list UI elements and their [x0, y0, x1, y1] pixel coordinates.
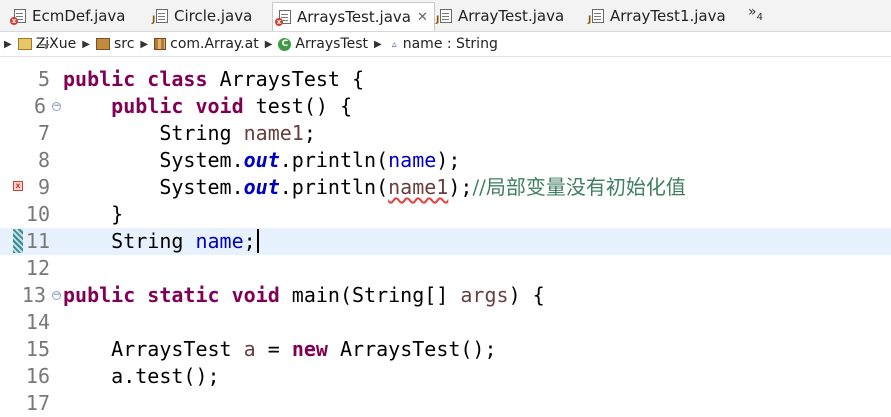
java-file-error-icon: x — [275, 10, 291, 26]
close-icon[interactable]: ✕ — [417, 10, 428, 25]
chevron-right-icon[interactable]: ▶ — [82, 39, 90, 50]
code-text: String name1; — [159, 121, 316, 145]
tab-arraystest[interactable]: x ArraysTest.java ✕ — [272, 2, 435, 31]
code-line[interactable]: 7 String name1; — [0, 120, 891, 147]
line-number: 14 — [25, 310, 50, 334]
chevron-right-icon[interactable]: ▶ — [374, 39, 382, 50]
java-file-icon: J — [436, 9, 452, 25]
chevron-right-icon[interactable]: ▶ — [140, 39, 148, 50]
line-number: 16 — [25, 364, 50, 388]
tab-overflow-button[interactable]: »4 — [748, 4, 763, 23]
tab-arraytest1[interactable]: J ArrayTest1.java — [588, 2, 726, 30]
code-text: System.out.println(name1);//局部变量没有初始化值 — [159, 175, 686, 199]
code-line[interactable]: 16 a.test(); — [0, 363, 891, 390]
tab-ecmdef[interactable]: x EcmDef.java — [10, 2, 126, 30]
code-line-current[interactable]: 11 String name; — [0, 228, 891, 255]
code-text: public void test() { — [111, 94, 353, 118]
tab-label: ArrayTest.java — [458, 7, 565, 25]
tab-circle[interactable]: J Circle.java — [152, 2, 253, 30]
line-number: 17 — [25, 391, 50, 415]
fold-toggle-icon[interactable]: − — [52, 102, 61, 111]
line-number: 6 — [33, 94, 46, 118]
tab-arraytest[interactable]: J ArrayTest.java — [436, 2, 565, 30]
code-text: } — [111, 202, 124, 226]
line-number: 11 — [25, 229, 50, 253]
breadcrumb-src[interactable]: src — [95, 36, 135, 52]
error-underline: name1 — [388, 175, 449, 199]
breadcrumb-member-label: name : String — [402, 36, 498, 52]
code-text: public static void main(String[] args) { — [63, 283, 545, 307]
text-cursor — [256, 229, 259, 253]
tab-label: EcmDef.java — [32, 7, 126, 25]
line-number: 12 — [25, 256, 50, 280]
breadcrumb-src-label: src — [113, 36, 135, 52]
breadcrumb-class-label: ArraysTest — [295, 36, 368, 52]
line-number: 7 — [37, 121, 50, 145]
code-text: String name; — [63, 228, 259, 255]
class-icon: C — [278, 37, 292, 51]
code-comment: //局部变量没有初始化值 — [472, 175, 686, 199]
code-line[interactable]: 8 System.out.println(name); — [0, 147, 891, 174]
code-line[interactable]: 10 } — [0, 201, 891, 228]
partial-line: 4 — [0, 44, 50, 58]
code-text: ArraysTest a = new ArraysTest(); — [111, 337, 497, 361]
breadcrumb-member[interactable]: ▵ name : String — [388, 36, 498, 52]
line-number: 13 — [21, 283, 46, 307]
line-number: 10 — [25, 202, 50, 226]
line-number: 9 — [37, 175, 50, 199]
code-line[interactable]: 17 — [0, 390, 891, 417]
code-line[interactable]: 15 ArraysTest a = new ArraysTest(); — [0, 336, 891, 363]
code-editor[interactable]: 4 5 public class ArraysTest { 6 − public… — [0, 44, 891, 415]
line-number: 5 — [37, 67, 50, 91]
code-text: a.test(); — [111, 364, 220, 388]
line-number: 8 — [37, 148, 50, 172]
code-line[interactable]: 13 − public static void main(String[] ar… — [0, 282, 891, 309]
editor-tab-bar: x EcmDef.java J Circle.java x ArraysTest… — [0, 0, 891, 32]
code-line[interactable]: 5 public class ArraysTest { — [0, 66, 891, 93]
overflow-count: 4 — [756, 11, 763, 23]
breadcrumb-class[interactable]: C ArraysTest — [278, 36, 368, 52]
chevron-right-icon[interactable]: ▶ — [265, 39, 273, 50]
field-triangle-icon: ▵ — [391, 38, 397, 50]
breadcrumb-package-label: com.Array.at — [170, 36, 259, 52]
code-line[interactable]: 12 — [0, 255, 891, 282]
source-folder-icon — [95, 38, 110, 50]
breadcrumb-package[interactable]: com.Array.at — [154, 36, 259, 52]
code-text: System.out.println(name); — [159, 148, 461, 172]
code-line[interactable]: 14 — [0, 309, 891, 336]
fold-toggle-icon[interactable]: − — [52, 291, 61, 300]
tab-label: Circle.java — [174, 7, 253, 25]
breadcrumb: ▶ ZiXue ▶ src ▶ com.Array.at ▶ C ArraysT… — [0, 32, 891, 57]
code-line[interactable]: x 9 System.out.println(name1);//局部变量没有初始… — [0, 174, 891, 201]
tab-label: ArrayTest1.java — [610, 7, 726, 25]
chevron-double-right-icon: » — [748, 4, 757, 20]
tab-label: ArraysTest.java — [297, 8, 411, 26]
code-line[interactable]: 6 − public void test() { — [0, 93, 891, 120]
java-file-icon: J — [588, 9, 604, 25]
java-file-icon: J — [152, 9, 168, 25]
line-number: 15 — [25, 337, 50, 361]
java-file-error-icon: x — [10, 9, 26, 25]
code-text: public class ArraysTest { — [63, 67, 365, 91]
package-icon — [154, 38, 167, 50]
line-number: 4 — [0, 44, 50, 56]
